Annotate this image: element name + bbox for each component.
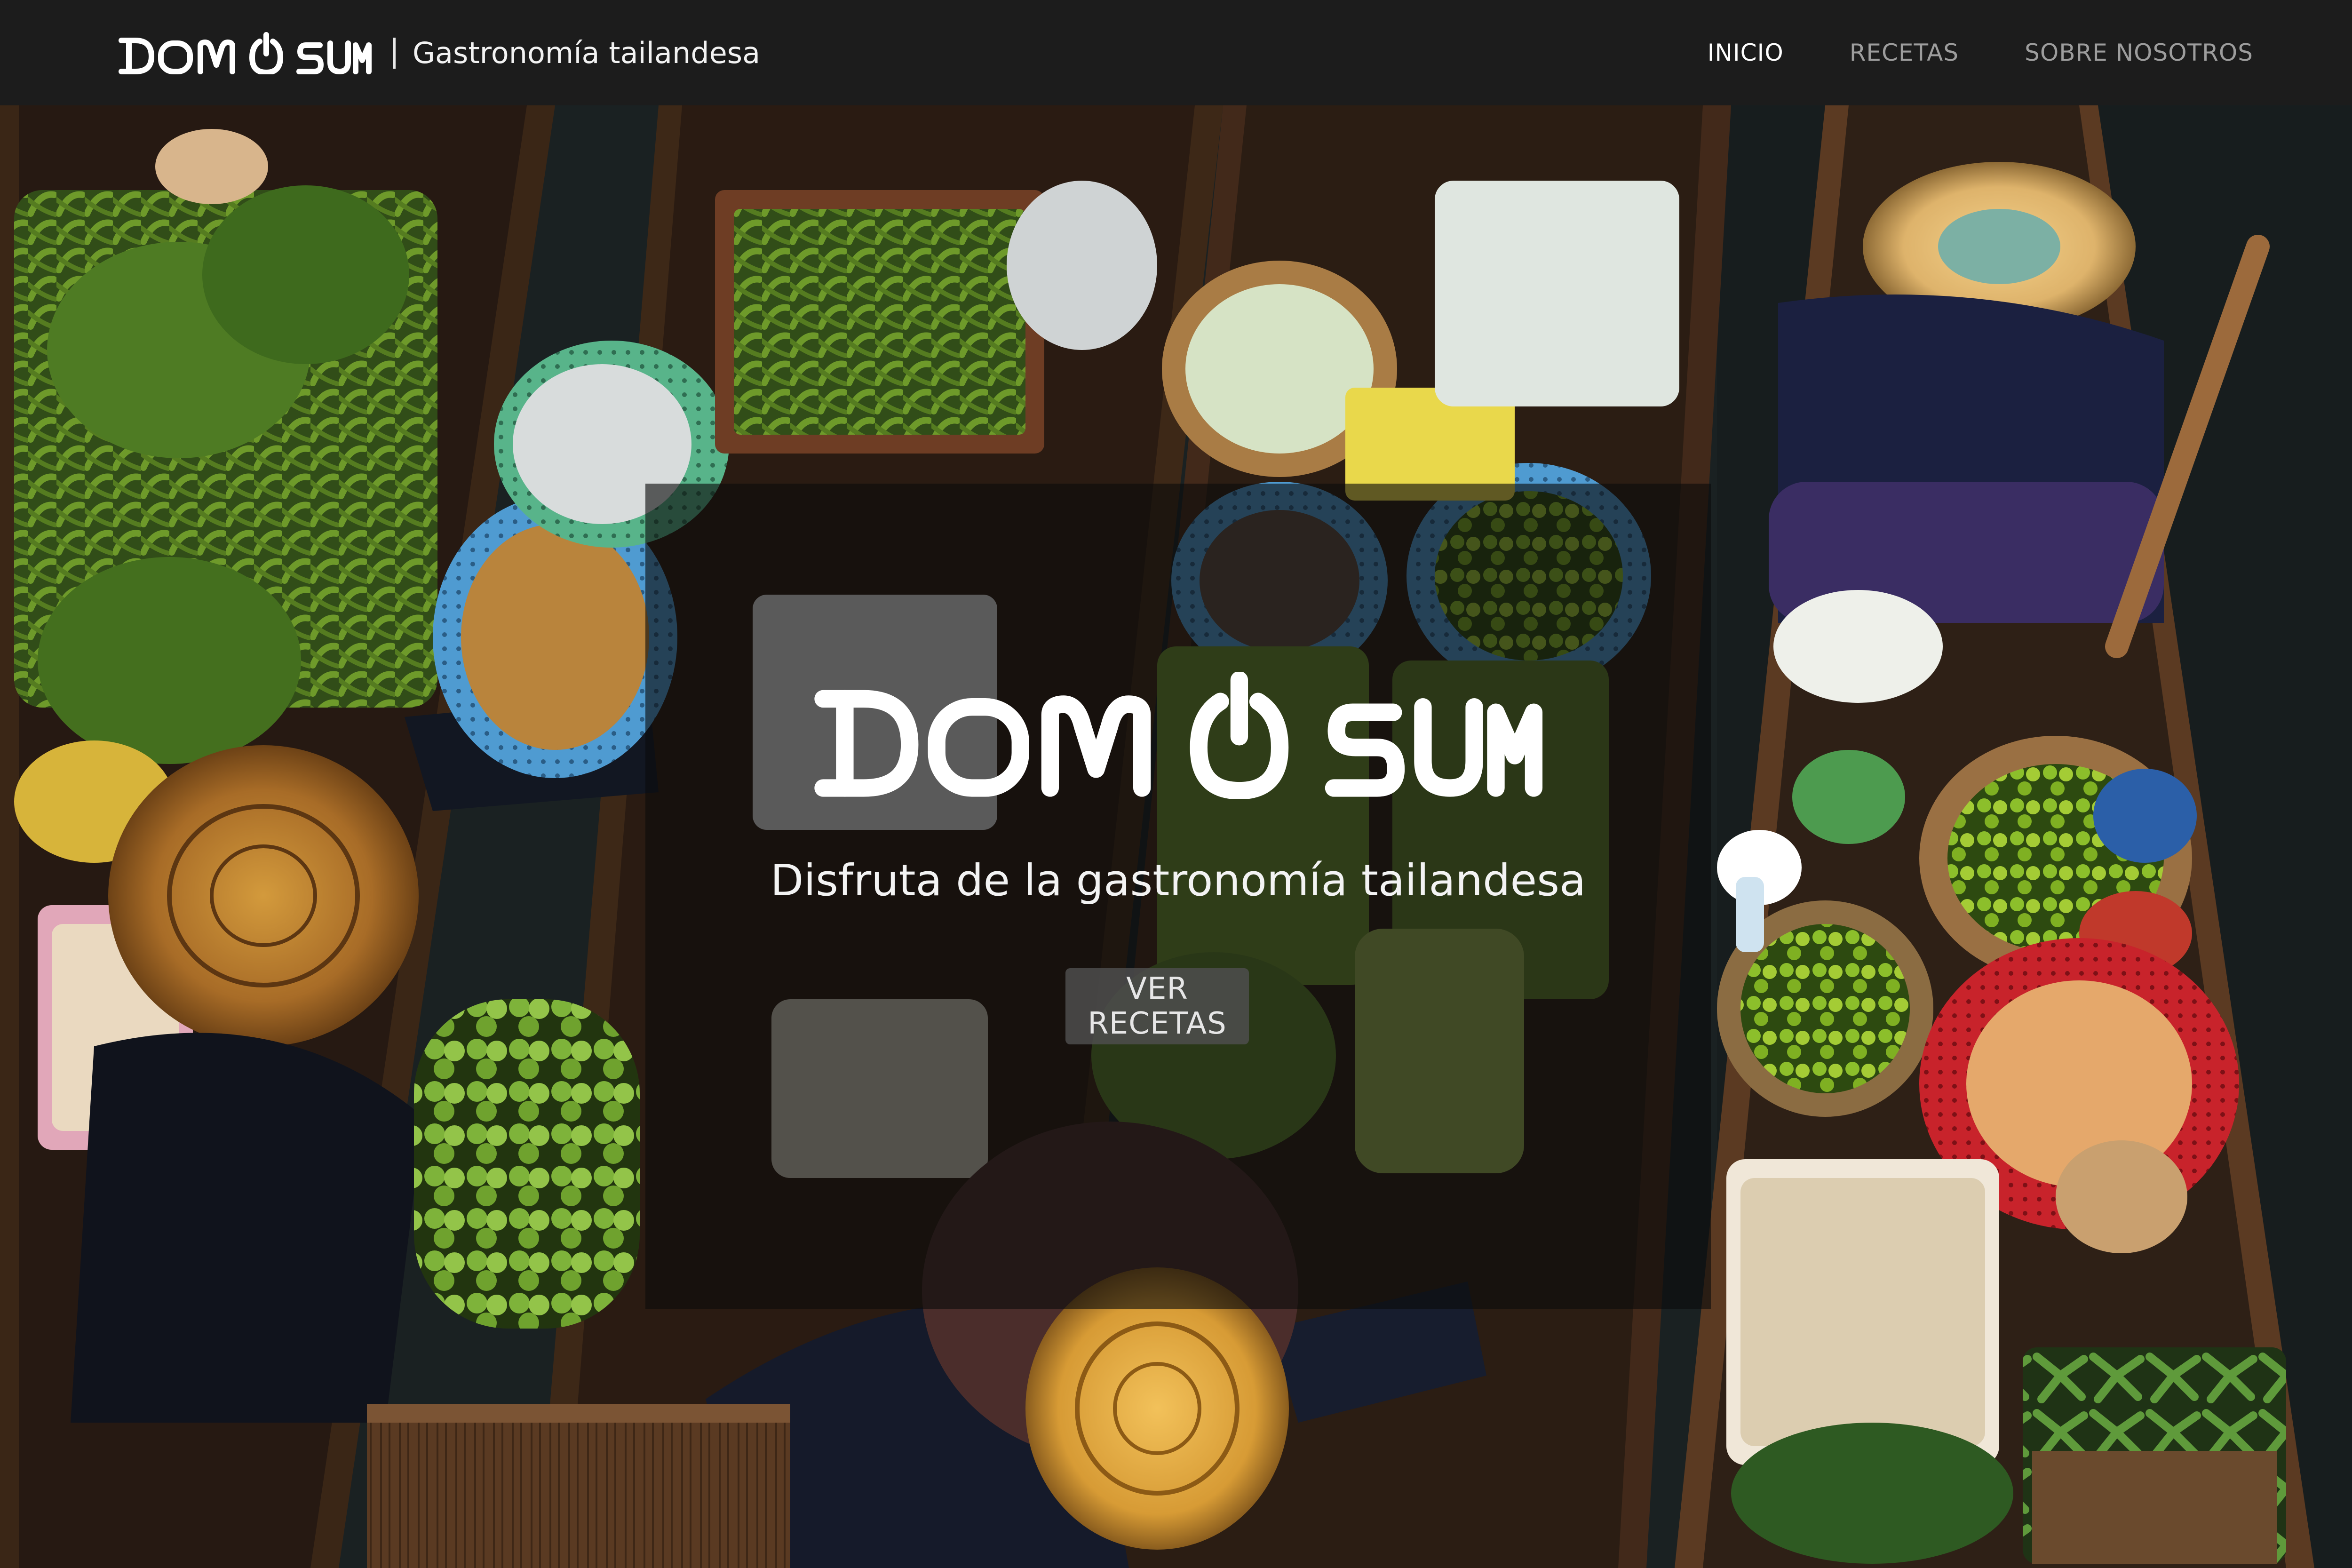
brand-divider [393,38,396,69]
hero-section: Disfruta de la gastronomía tailandesa VE… [0,105,2352,1568]
brand-tagline: Gastronomía tailandesa [413,36,761,70]
dom-sum-hero-logo [814,672,1543,799]
nav-item-sobre-nosotros[interactable]: SOBRE NOSOTROS [2025,39,2253,66]
main-nav: INICIO RECETAS SOBRE NOSOTROS [1708,33,2253,72]
nav-item-recetas[interactable]: RECETAS [1850,39,1959,66]
ver-recetas-button[interactable]: VER RECETAS [1065,968,1249,1044]
hero-overlay-panel: Disfruta de la gastronomía tailandesa VE… [645,484,1711,1309]
brand-home-link[interactable]: Gastronomía tailandesa [118,32,760,74]
dom-sum-logo [119,32,372,74]
top-navbar: Gastronomía tailandesa INICIO RECETAS SO… [0,0,2352,105]
nav-item-inicio[interactable]: INICIO [1708,39,1784,66]
hero-subtitle: Disfruta de la gastronomía tailandesa [770,855,1586,906]
